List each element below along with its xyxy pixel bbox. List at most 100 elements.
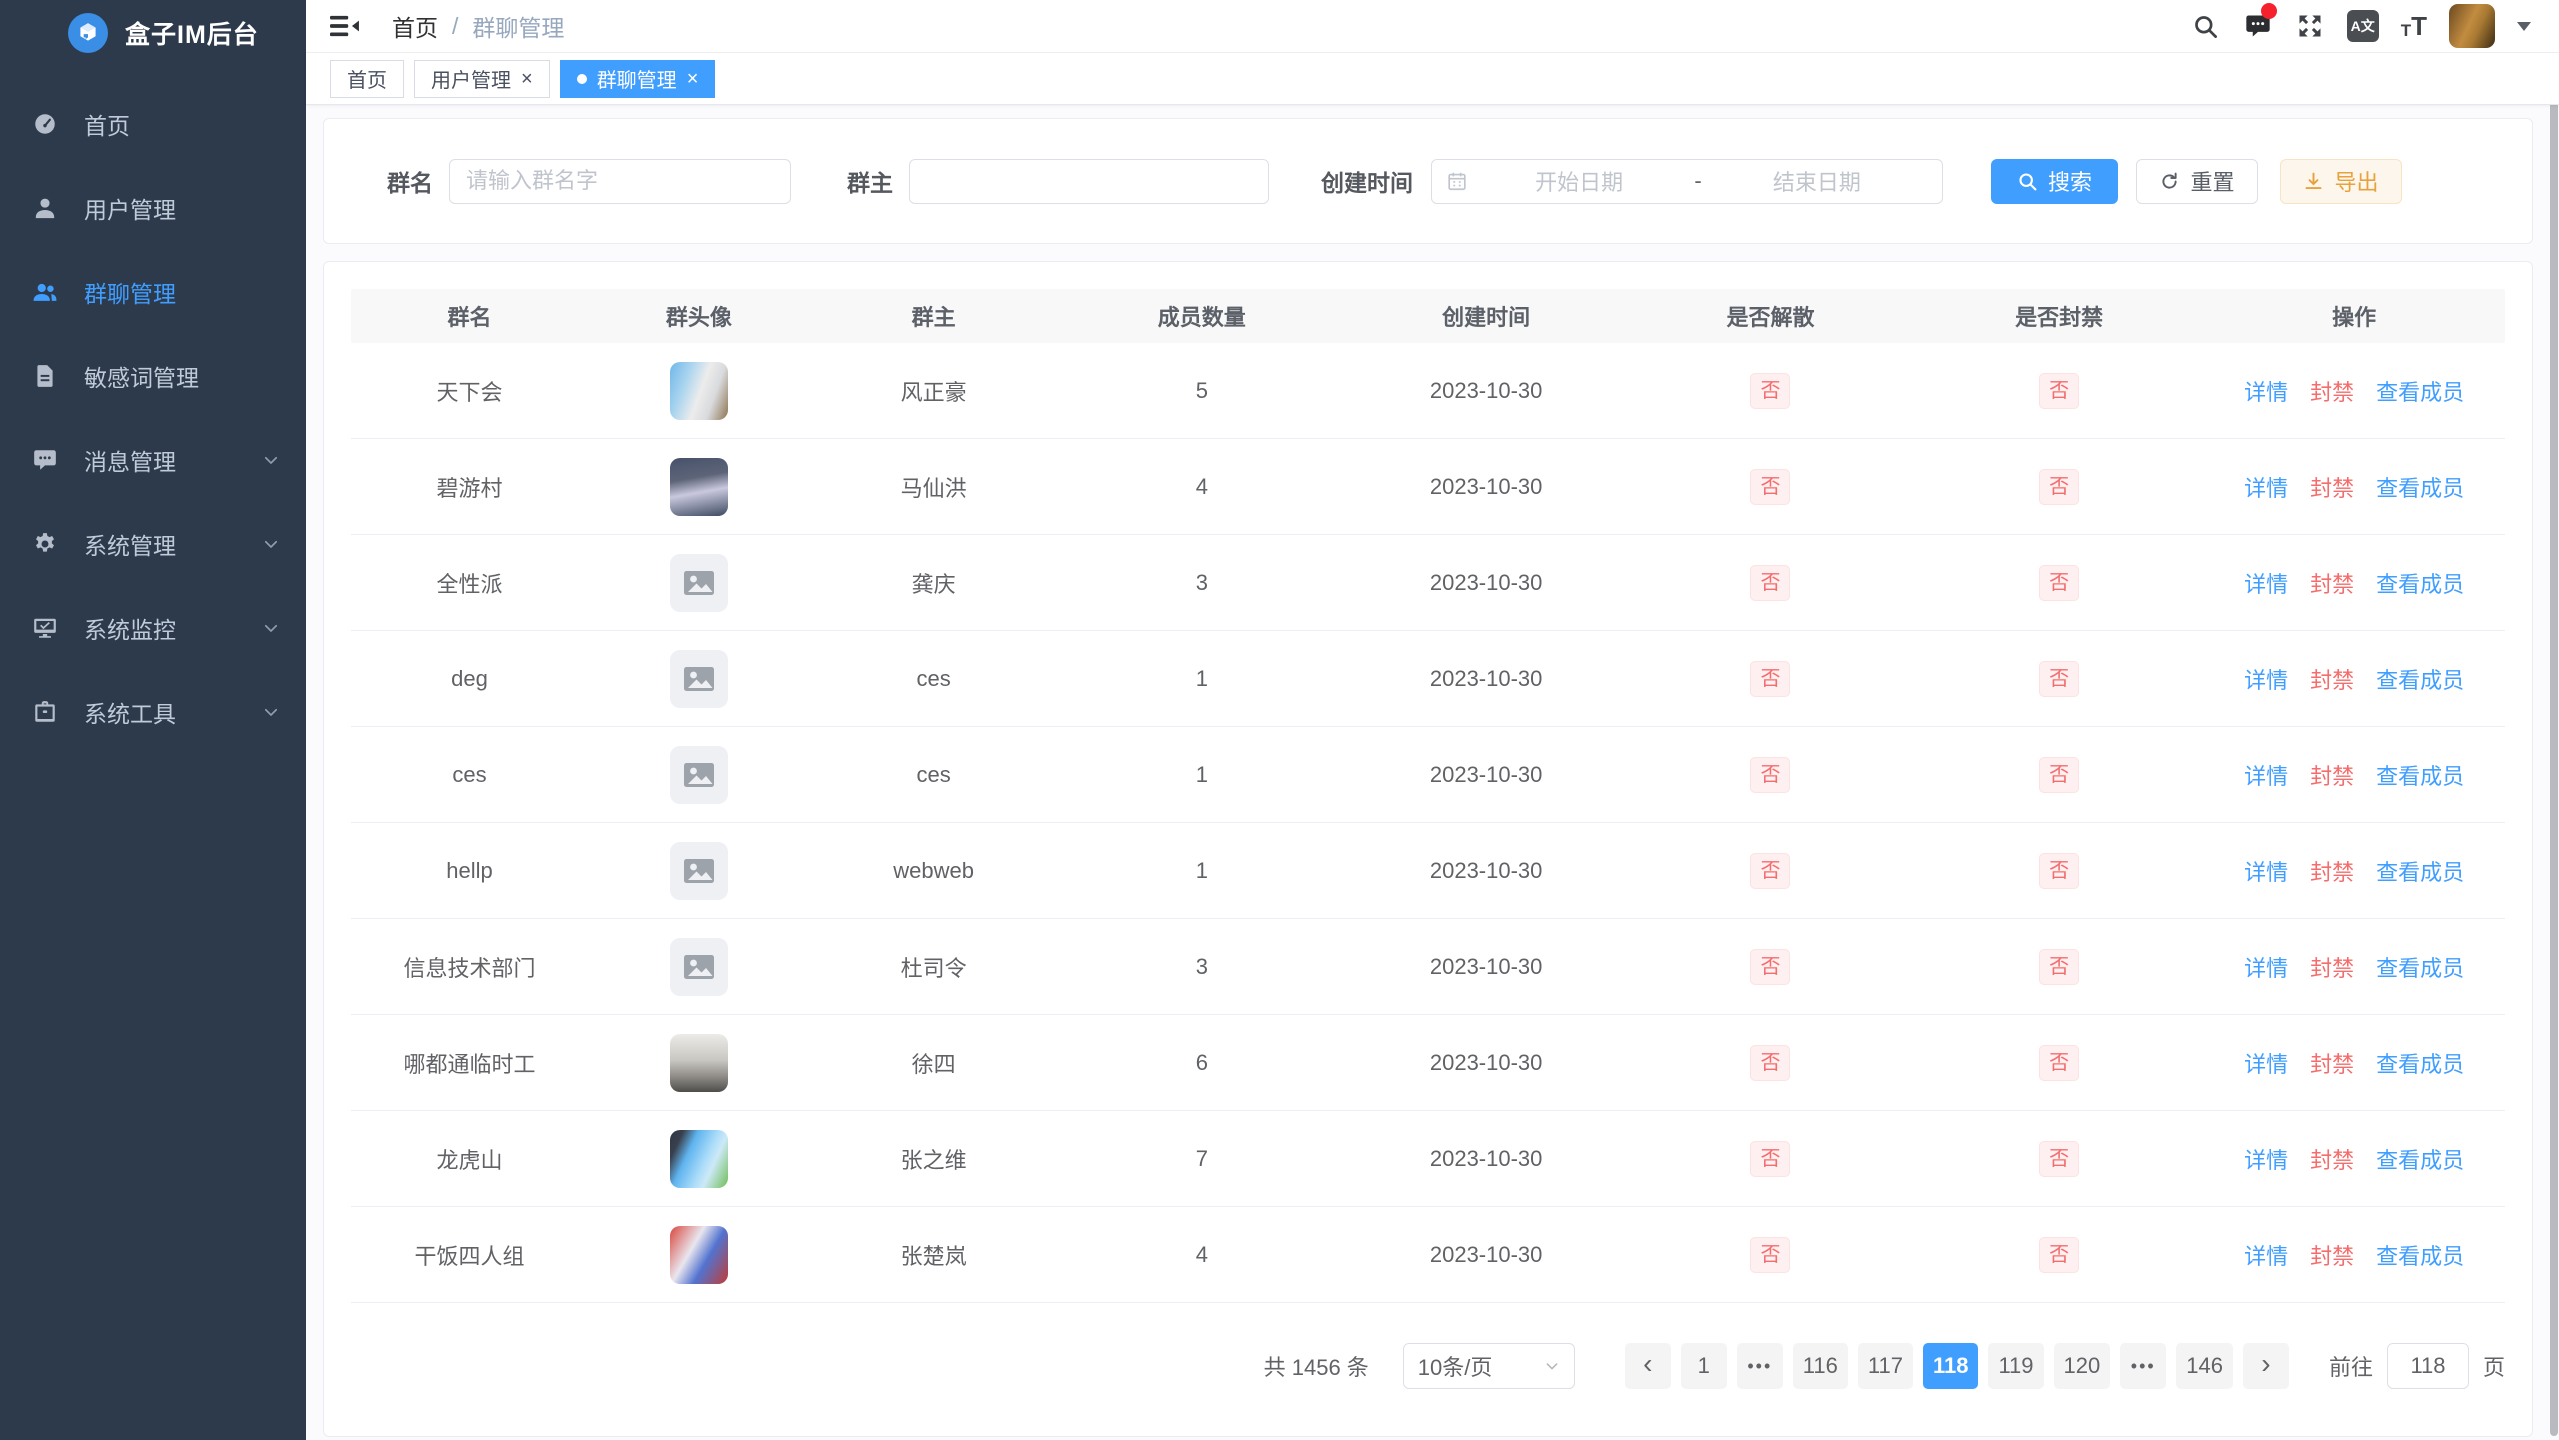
view-members-link[interactable]: 查看成员 [2376, 855, 2464, 887]
toolbox-icon [32, 699, 58, 725]
cell-created-time: 2023-10-30 [1346, 762, 1626, 788]
sidebar-item-message-management[interactable]: 消息管理 [0, 432, 306, 488]
table-row: 天下会 风正豪 5 2023-10-30 否 否 详情 封禁 查看成员 [351, 343, 2505, 439]
page-button[interactable]: 146 [2176, 1343, 2233, 1389]
tab-group-chat-management[interactable]: 群聊管理 × [560, 60, 716, 98]
ban-link[interactable]: 封禁 [2310, 951, 2354, 983]
detail-link[interactable]: 详情 [2244, 663, 2288, 695]
cell-group-name: 信息技术部门 [351, 951, 588, 983]
sidebar-item-system-management[interactable]: 系统管理 [0, 516, 306, 572]
search-icon[interactable] [2191, 11, 2221, 41]
tab-close-icon[interactable]: × [521, 69, 533, 89]
cell-group-owner: 张楚岚 [810, 1239, 1058, 1271]
next-page-button[interactable]: › [2243, 1343, 2289, 1389]
content-area: 群名 群主 创建时间 开始日期 - 结束日期 搜索 重置 [306, 105, 2559, 1440]
page-button[interactable]: 120 [2054, 1343, 2111, 1389]
sidebar-collapse-icon[interactable] [330, 13, 360, 39]
banned-badge: 否 [2039, 373, 2079, 409]
detail-link[interactable]: 详情 [2244, 951, 2288, 983]
view-members-link[interactable]: 查看成员 [2376, 1047, 2464, 1079]
fullscreen-icon[interactable] [2295, 11, 2325, 41]
scrollbar[interactable] [2550, 58, 2558, 1436]
view-members-link[interactable]: 查看成员 [2376, 567, 2464, 599]
sidebar-item-user-management[interactable]: 用户管理 [0, 180, 306, 236]
page-ellipsis[interactable]: ••• [2120, 1343, 2166, 1389]
detail-link[interactable]: 详情 [2244, 567, 2288, 599]
detail-link[interactable]: 详情 [2244, 1047, 2288, 1079]
view-members-link[interactable]: 查看成员 [2376, 663, 2464, 695]
sidebar-item-home[interactable]: 首页 [0, 96, 306, 152]
view-members-link[interactable]: 查看成员 [2376, 375, 2464, 407]
reset-button[interactable]: 重置 [2136, 159, 2258, 204]
sidebar-item-sensitive-words[interactable]: 敏感词管理 [0, 348, 306, 404]
table-row: ces ces 1 2023-10-30 否 否 详情 封禁 查看成员 [351, 727, 2505, 823]
view-members-link[interactable]: 查看成员 [2376, 951, 2464, 983]
prev-page-button[interactable]: ‹ [1625, 1343, 1671, 1389]
user-menu-caret-icon[interactable] [2517, 22, 2531, 31]
goto-label: 前往 [2329, 1350, 2373, 1382]
group-name-input[interactable] [449, 159, 791, 204]
page-button[interactable]: 1 [1681, 1343, 1727, 1389]
view-members-link[interactable]: 查看成员 [2376, 759, 2464, 791]
sidebar-item-system-monitor[interactable]: 系统监控 [0, 600, 306, 656]
detail-link[interactable]: 详情 [2244, 471, 2288, 503]
tab-close-icon[interactable]: × [687, 69, 699, 89]
cell-created-time: 2023-10-30 [1346, 1050, 1626, 1076]
goto-page: 前往 页 [2329, 1343, 2505, 1389]
page-ellipsis[interactable]: ••• [1737, 1343, 1783, 1389]
page-button[interactable]: 117 [1858, 1343, 1913, 1389]
cell-dissolved: 否 [1626, 949, 1915, 985]
sidebar-menu: 首页 用户管理 群聊管理 敏感词管理 消息管理 系统管理 系统监控 系统工具 [0, 96, 306, 740]
dissolved-badge: 否 [1750, 469, 1790, 505]
detail-link[interactable]: 详情 [2244, 375, 2288, 407]
cell-banned: 否 [1915, 469, 2204, 505]
column-header: 是否解散 [1626, 300, 1915, 332]
ban-link[interactable]: 封禁 [2310, 1143, 2354, 1175]
cell-group-avatar [588, 842, 810, 900]
view-members-link[interactable]: 查看成员 [2376, 1143, 2464, 1175]
page-button[interactable]: 116 [1793, 1343, 1848, 1389]
detail-link[interactable]: 详情 [2244, 759, 2288, 791]
created-time-label: 创建时间 [1321, 164, 1413, 198]
tab-user-management[interactable]: 用户管理 × [414, 60, 550, 98]
page-button-active[interactable]: 118 [1923, 1343, 1979, 1389]
table-row: 碧游村 马仙洪 4 2023-10-30 否 否 详情 封禁 查看成员 [351, 439, 2505, 535]
cell-group-name: 全性派 [351, 567, 588, 599]
page-size-select[interactable]: 10条/页 [1403, 1343, 1575, 1389]
dissolved-badge: 否 [1750, 373, 1790, 409]
notification-badge [2261, 3, 2277, 19]
group-avatar-image [670, 1226, 728, 1284]
cell-banned: 否 [1915, 853, 2204, 889]
font-size-icon[interactable]: TT [2401, 13, 2427, 39]
ban-link[interactable]: 封禁 [2310, 375, 2354, 407]
search-button[interactable]: 搜索 [1991, 159, 2118, 204]
breadcrumb-home[interactable]: 首页 [392, 9, 438, 43]
translate-icon[interactable]: A文 [2347, 10, 2379, 42]
ban-link[interactable]: 封禁 [2310, 471, 2354, 503]
sidebar-item-group-chat-management[interactable]: 群聊管理 [0, 264, 306, 320]
ban-link[interactable]: 封禁 [2310, 759, 2354, 791]
ban-link[interactable]: 封禁 [2310, 663, 2354, 695]
detail-link[interactable]: 详情 [2244, 1143, 2288, 1175]
tab-home[interactable]: 首页 [330, 60, 404, 98]
sidebar-item-system-tools[interactable]: 系统工具 [0, 684, 306, 740]
date-range-picker[interactable]: 开始日期 - 结束日期 [1431, 159, 1943, 204]
ban-link[interactable]: 封禁 [2310, 567, 2354, 599]
view-members-link[interactable]: 查看成员 [2376, 471, 2464, 503]
page-button[interactable]: 119 [1988, 1343, 2043, 1389]
group-owner-input[interactable] [909, 159, 1269, 204]
ban-link[interactable]: 封禁 [2310, 1239, 2354, 1271]
ban-link[interactable]: 封禁 [2310, 1047, 2354, 1079]
message-icon[interactable] [2243, 11, 2273, 41]
search-panel: 群名 群主 创建时间 开始日期 - 结束日期 搜索 重置 [323, 118, 2533, 244]
detail-link[interactable]: 详情 [2244, 1239, 2288, 1271]
sidebar-item-label: 敏感词管理 [84, 359, 262, 393]
view-members-link[interactable]: 查看成员 [2376, 1239, 2464, 1271]
export-button[interactable]: 导出 [2280, 159, 2402, 204]
cell-group-name: 龙虎山 [351, 1143, 588, 1175]
goto-page-input[interactable] [2387, 1343, 2469, 1389]
ban-link[interactable]: 封禁 [2310, 855, 2354, 887]
image-placeholder-icon [681, 661, 717, 697]
avatar[interactable] [2449, 4, 2495, 48]
detail-link[interactable]: 详情 [2244, 855, 2288, 887]
